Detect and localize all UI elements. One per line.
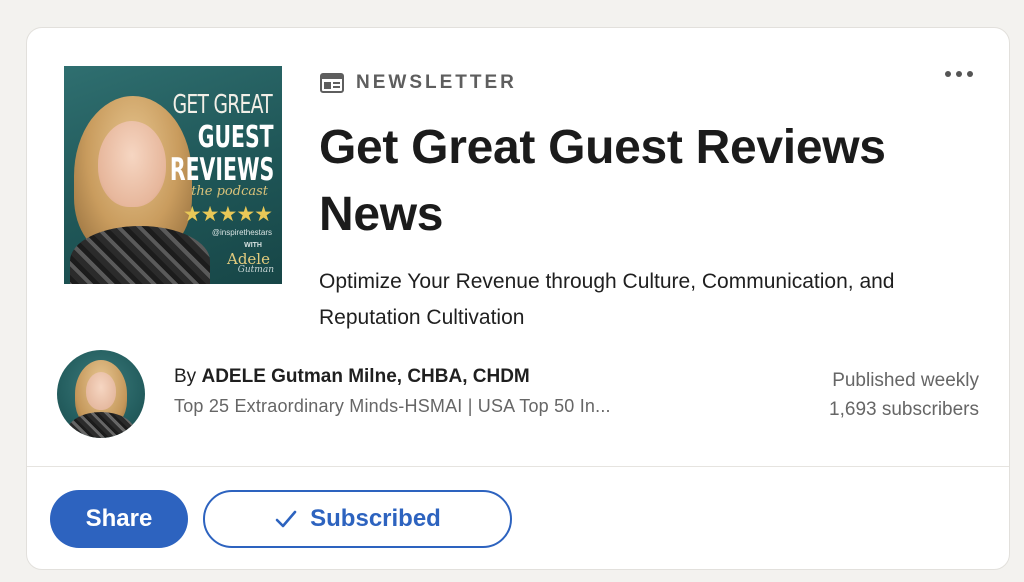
author-name[interactable]: ADELE Gutman Milne, CHBA, CHDM	[201, 366, 529, 387]
more-icon-dot	[956, 71, 962, 77]
subscribed-button[interactable]: Subscribed	[203, 490, 512, 548]
publish-frequency: Published weekly	[832, 370, 979, 391]
subscribed-button-label: Subscribed	[310, 505, 441, 532]
cover-last-name: Gutman	[237, 265, 274, 275]
author-headline: Top 25 Extraordinary Minds-HSMAI | USA T…	[174, 396, 611, 416]
newsletter-title[interactable]: Get Great Guest Reviews News	[319, 114, 999, 248]
author-prefix: By	[174, 366, 197, 387]
cover-text-line3: REVIEWS	[169, 152, 274, 188]
cover-handle: @inspirethestars	[211, 228, 272, 237]
newsletter-card: GET GREAT GUEST REVIEWS the podcast ★★★★…	[26, 27, 1010, 570]
cover-text-line2: GUEST	[198, 120, 274, 155]
cover-with: WITH	[244, 242, 262, 249]
newsletter-label: NEWSLETTER	[320, 72, 517, 94]
divider	[27, 466, 1009, 467]
newsletter-icon	[320, 73, 344, 93]
share-button-label: Share	[85, 505, 153, 532]
cover-stars: ★★★★★	[182, 203, 273, 226]
subscriber-count: 1,693 subscribers	[829, 399, 979, 420]
more-options-button[interactable]	[939, 62, 979, 86]
avatar-body	[67, 412, 135, 438]
more-icon-dot	[967, 71, 973, 77]
newsletter-description: Optimize Your Revenue through Culture, C…	[319, 270, 895, 329]
newsletter-cover-image[interactable]: GET GREAT GUEST REVIEWS the podcast ★★★★…	[64, 66, 282, 284]
share-button[interactable]: Share	[50, 490, 188, 548]
author-avatar[interactable]	[57, 350, 145, 438]
check-icon	[275, 510, 297, 528]
author-byline: By ADELE Gutman Milne, CHBA, CHDM	[174, 366, 530, 388]
cover-portrait-body	[70, 226, 210, 284]
more-icon-dot	[945, 71, 951, 77]
cover-text-subtitle: the podcast	[191, 184, 268, 199]
avatar-face	[86, 372, 116, 410]
newsletter-label-text: NEWSLETTER	[356, 72, 517, 93]
cover-portrait-face	[98, 121, 166, 207]
cover-text-line1: GET GREAT	[172, 90, 273, 120]
newsletter-meta: Published weekly 1,693 subscribers	[829, 366, 979, 424]
